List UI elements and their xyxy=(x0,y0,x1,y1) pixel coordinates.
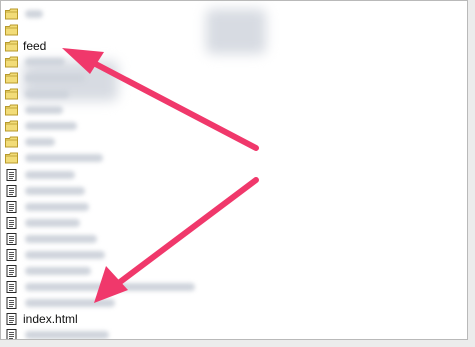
folder-row[interactable] xyxy=(1,22,441,38)
file-icon xyxy=(6,264,17,277)
folder-row[interactable] xyxy=(1,54,441,70)
item-name: feed xyxy=(23,39,47,54)
blurred-name xyxy=(25,106,63,115)
file-icon xyxy=(6,312,17,325)
file-row[interactable] xyxy=(1,231,441,247)
file-row[interactable] xyxy=(1,183,441,199)
file-row[interactable] xyxy=(1,263,441,279)
file-row[interactable] xyxy=(1,215,441,231)
file-icon xyxy=(6,184,17,197)
folder-row[interactable] xyxy=(1,86,441,102)
file-row[interactable] xyxy=(1,295,441,311)
blurred-name xyxy=(25,282,195,291)
blurred-name xyxy=(25,90,69,99)
blurred-name xyxy=(25,202,89,211)
blurred-name xyxy=(25,218,80,227)
folder-icon xyxy=(5,136,18,148)
folder-icon xyxy=(5,56,18,68)
file-icon xyxy=(6,200,17,213)
folder-row[interactable] xyxy=(1,150,441,166)
file-list-panel: feed index.html xyxy=(0,0,468,340)
folder-icon xyxy=(5,40,18,52)
file-icon xyxy=(6,232,17,245)
file-icon xyxy=(6,329,17,339)
blurred-name xyxy=(25,186,85,195)
blurred-name xyxy=(25,170,75,179)
blurred-name xyxy=(25,331,109,339)
folder-icon xyxy=(5,72,18,84)
folder-row[interactable]: feed xyxy=(1,38,441,54)
folder-icon xyxy=(5,24,18,36)
folder-icon xyxy=(5,120,18,132)
folder-icon xyxy=(5,104,18,116)
file-row[interactable] xyxy=(1,167,441,183)
folder-row[interactable] xyxy=(1,6,441,22)
file-row[interactable] xyxy=(1,279,441,295)
blurred-name xyxy=(25,138,55,147)
folder-row[interactable] xyxy=(1,70,441,86)
blurred-name xyxy=(25,298,115,307)
blurred-name xyxy=(25,154,103,163)
blurred-name xyxy=(25,266,91,275)
blurred-name xyxy=(25,10,43,18)
file-row[interactable]: index.html xyxy=(1,311,441,327)
file-icon xyxy=(6,216,17,229)
blurred-name xyxy=(25,74,85,83)
folder-icon xyxy=(5,8,18,20)
folder-icon xyxy=(5,152,18,164)
file-row[interactable] xyxy=(1,199,441,215)
folder-row[interactable] xyxy=(1,102,441,118)
blurred-name xyxy=(25,58,65,67)
file-row[interactable] xyxy=(1,327,441,339)
file-row[interactable] xyxy=(1,247,441,263)
blurred-name xyxy=(25,250,105,259)
file-icon xyxy=(6,280,17,293)
folder-icon xyxy=(5,88,18,100)
file-icon xyxy=(6,296,17,309)
file-icon xyxy=(6,248,17,261)
file-icon xyxy=(6,168,17,181)
blurred-name xyxy=(25,122,77,131)
folder-row[interactable] xyxy=(1,134,441,150)
blurred-name xyxy=(25,234,97,243)
folder-row[interactable] xyxy=(1,118,441,134)
item-name: index.html xyxy=(23,311,78,326)
